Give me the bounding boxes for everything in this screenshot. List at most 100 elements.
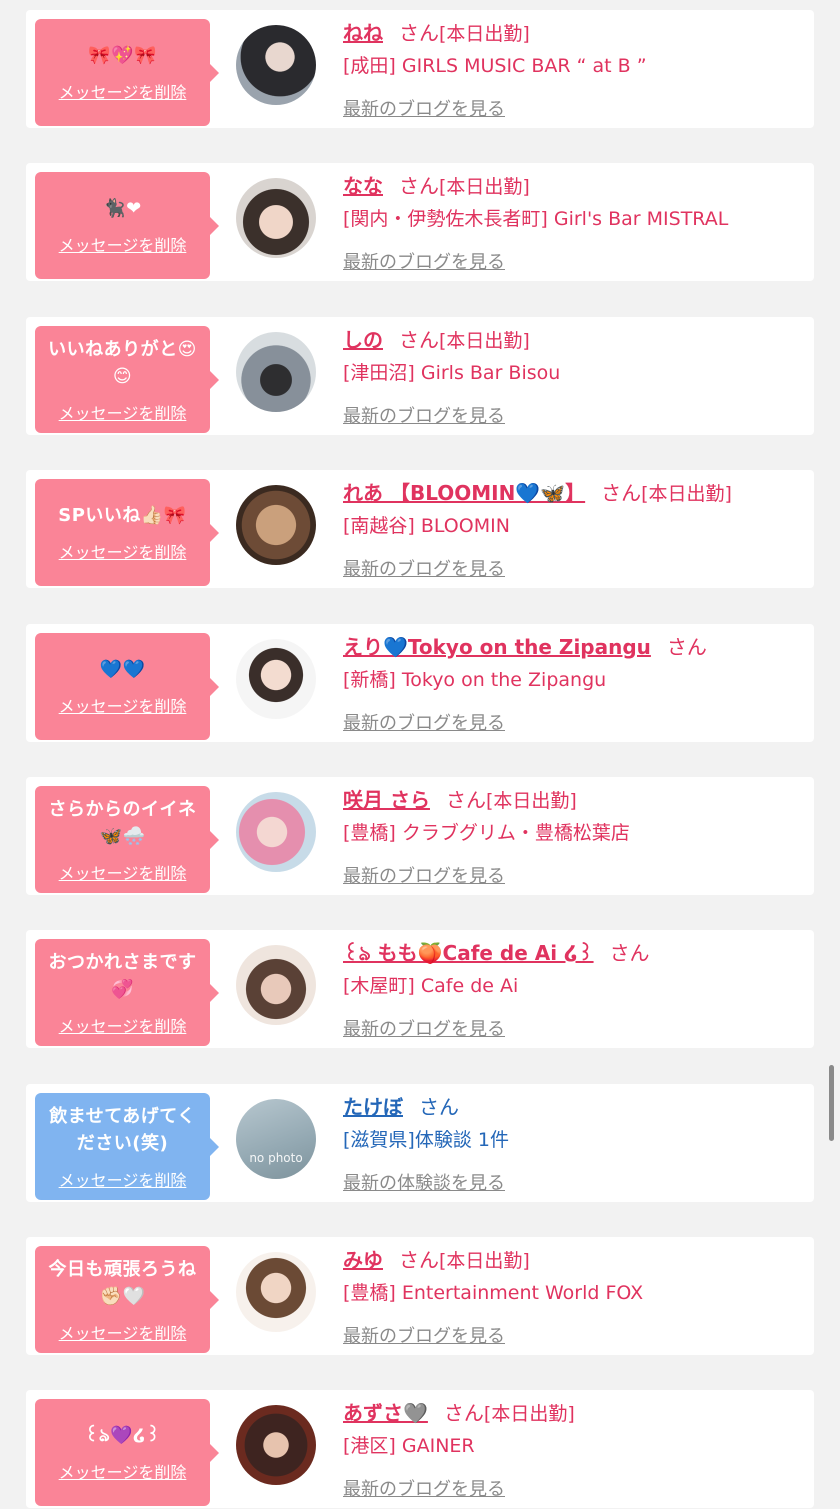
no-photo-label: no photo <box>249 1151 303 1165</box>
delete-message-link[interactable]: メッセージを削除 <box>59 1013 187 1037</box>
avatar[interactable] <box>236 945 316 1025</box>
message-bubble: 飲ませてあげてください(笑) メッセージを削除 <box>35 1093 219 1200</box>
message-bubble: 🐈‍⬛❤︎ メッセージを削除 <box>35 172 219 279</box>
latest-blog-link[interactable]: 最新のブログを見る <box>343 249 505 277</box>
delete-message-link[interactable]: メッセージを削除 <box>59 539 187 563</box>
name-line: ꒰ঌ もも🍑Cafe de Ai ໒꒱ さん <box>343 933 650 974</box>
profile-name-link[interactable]: しの <box>343 328 383 352</box>
message-card: SPいいね👍🏻🎀 メッセージを削除 れあ 【BLOOMIN💙🦋】 さん[本日出勤] [南… <box>26 470 814 588</box>
avatar[interactable] <box>236 1252 316 1332</box>
work-status: [本日出勤] <box>483 1403 575 1425</box>
name-line: 咲月 さら さん[本日出勤] <box>343 780 577 821</box>
latest-blog-link[interactable]: 最新の体験談を見る <box>343 1170 505 1198</box>
delete-message-link[interactable]: メッセージを削除 <box>59 232 187 256</box>
message-card: 🐈‍⬛❤︎ メッセージを削除 なな さん[本日出勤] [関内・伊勢佐木長者町] Girl… <box>26 163 814 281</box>
delete-message-link[interactable]: メッセージを削除 <box>59 79 187 103</box>
profile-name-link[interactable]: たけぼ <box>343 1095 403 1119</box>
message-bubble: 🎀💖🎀 メッセージを削除 <box>35 19 219 126</box>
message-bubble: 今日も頑張ろうね✊🏻🤍 メッセージを削除 <box>35 1246 219 1353</box>
honorific: さん <box>443 1401 484 1425</box>
message-text: 🐈‍⬛❤︎ <box>103 198 142 219</box>
message-text: 今日も頑張ろうね✊🏻🤍 <box>48 1258 197 1307</box>
name-line: しの さん[本日出勤] <box>343 320 530 361</box>
name-line: なな さん[本日出勤] <box>343 166 530 207</box>
honorific: さん <box>399 21 439 45</box>
latest-blog-link[interactable]: 最新のブログを見る <box>343 556 505 584</box>
honorific: さん <box>609 941 650 965</box>
message-text: ꒰ঌ💜໒꒱ <box>84 1425 161 1446</box>
avatar[interactable] <box>236 332 316 412</box>
delete-message-link[interactable]: メッセージを削除 <box>59 1320 187 1344</box>
latest-blog-link[interactable]: 最新のブログを見る <box>343 863 505 891</box>
profile-name-link[interactable]: ꒰ঌ もも🍑Cafe de Ai ໒꒱ <box>343 941 594 965</box>
honorific: さん <box>445 788 486 812</box>
delete-message-link[interactable]: メッセージを削除 <box>59 1459 187 1483</box>
message-bubble: 💙💙 メッセージを削除 <box>35 633 219 740</box>
profile-name-link[interactable]: 咲月 さら <box>343 788 430 812</box>
shop-info: [港区] GAINER <box>343 1435 475 1457</box>
profile-name-link[interactable]: ねね <box>343 21 383 45</box>
delete-message-link[interactable]: メッセージを削除 <box>59 860 187 884</box>
honorific: さん <box>399 1248 439 1272</box>
message-bubble: さらからのイイネ🦋🌨️ メッセージを削除 <box>35 786 219 893</box>
profile-name-link[interactable]: みゆ <box>343 1248 383 1272</box>
message-text: 💙💙 <box>99 659 146 680</box>
message-card: おつかれさまです💞 メッセージを削除 ꒰ঌ もも🍑Cafe de Ai ໒꒱ さん [木… <box>26 930 814 1048</box>
shop-info: [木屋町] Cafe de Ai <box>343 975 519 997</box>
message-bubble: いいねありがと😍😊 メッセージを削除 <box>35 326 219 433</box>
message-card: さらからのイイネ🦋🌨️ メッセージを削除 咲月 さら さん[本日出勤] [豊橋] クラブ… <box>26 777 814 895</box>
message-text: いいねありがと😍😊 <box>48 338 197 387</box>
name-line: れあ 【BLOOMIN💙🦋】 さん[本日出勤] <box>343 473 732 514</box>
delete-message-link[interactable]: メッセージを削除 <box>59 400 187 424</box>
message-text: 飲ませてあげてください(笑) <box>49 1105 196 1154</box>
message-text: おつかれさまです💞 <box>48 951 197 1000</box>
honorific: さん <box>399 174 439 198</box>
message-text: SPいいね👍🏻🎀 <box>58 505 187 526</box>
profile-name-link[interactable]: えり💙Tokyo on the Zipangu <box>343 635 651 659</box>
name-line: たけぼ さん <box>343 1087 459 1128</box>
avatar[interactable] <box>236 639 316 719</box>
work-status: [本日出勤] <box>439 176 530 198</box>
avatar[interactable] <box>236 178 316 258</box>
honorific: さん <box>601 481 642 505</box>
work-status: [本日出勤] <box>485 790 577 812</box>
latest-blog-link[interactable]: 最新のブログを見る <box>343 403 505 431</box>
message-card: 🎀💖🎀 メッセージを削除 ねね さん[本日出勤] [成田] GIRLS MUSIC BA… <box>26 10 814 128</box>
work-status: [本日出勤] <box>439 23 530 45</box>
message-card: 飲ませてあげてください(笑) メッセージを削除 no photo たけぼ さん [滋賀県]… <box>26 1084 814 1202</box>
profile-name-link[interactable]: れあ 【BLOOMIN💙🦋】 <box>343 481 585 505</box>
shop-info: [新橋] Tokyo on the Zipangu <box>343 669 607 691</box>
avatar[interactable] <box>236 485 316 565</box>
shop-info: [豊橋] Entertainment World FOX <box>343 1282 644 1304</box>
profile-name-link[interactable]: なな <box>343 174 383 198</box>
avatar[interactable] <box>236 25 316 105</box>
shop-info: [滋賀県]体験談 1件 <box>343 1129 509 1151</box>
message-bubble: ꒰ঌ💜໒꒱ メッセージを削除 <box>35 1399 219 1506</box>
latest-blog-link[interactable]: 最新のブログを見る <box>343 1016 505 1044</box>
delete-message-link[interactable]: メッセージを削除 <box>59 1167 187 1191</box>
avatar[interactable]: no photo <box>236 1099 316 1179</box>
delete-message-link[interactable]: メッセージを削除 <box>59 693 187 717</box>
shop-info: [南越谷] BLOOMIN <box>343 515 510 537</box>
work-status: [本日出勤] <box>439 330 530 352</box>
work-status: [本日出勤] <box>641 483 732 505</box>
message-card: 💙💙 メッセージを削除 えり💙Tokyo on the Zipangu さん [新橋] … <box>26 624 814 742</box>
avatar[interactable] <box>236 792 316 872</box>
name-line: えり💙Tokyo on the Zipangu さん <box>343 627 707 668</box>
message-card: いいねありがと😍😊 メッセージを削除 しの さん[本日出勤] [津田沼] Girls B… <box>26 317 814 435</box>
name-line: みゆ さん[本日出勤] <box>343 1240 530 1281</box>
latest-blog-link[interactable]: 最新のブログを見る <box>343 96 505 124</box>
latest-blog-link[interactable]: 最新のブログを見る <box>343 710 505 738</box>
message-bubble: SPいいね👍🏻🎀 メッセージを削除 <box>35 479 219 586</box>
profile-name-link[interactable]: あずさ🩶 <box>343 1401 428 1425</box>
shop-info: [豊橋] クラブグリム・豊橋松葉店 <box>343 822 630 844</box>
latest-blog-link[interactable]: 最新のブログを見る <box>343 1476 505 1504</box>
latest-blog-link[interactable]: 最新のブログを見る <box>343 1323 505 1351</box>
shop-info: [関内・伊勢佐木長者町] Girl's Bar MISTRAL <box>343 208 729 230</box>
name-line: あずさ🩶 さん[本日出勤] <box>343 1393 575 1434</box>
message-text: さらからのイイネ🦋🌨️ <box>48 798 197 847</box>
scrollbar[interactable] <box>829 1065 834 1141</box>
message-text: 🎀💖🎀 <box>88 45 157 66</box>
avatar[interactable] <box>236 1405 316 1485</box>
honorific: さん <box>399 328 439 352</box>
